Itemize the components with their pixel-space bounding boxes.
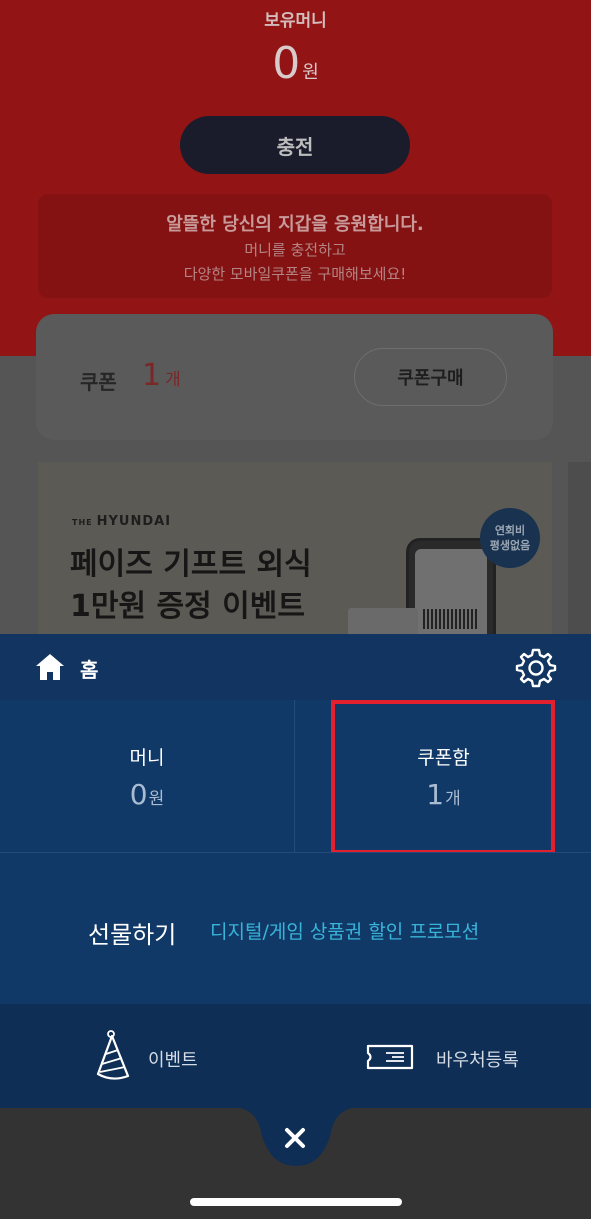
wallet-promo-box: 알뜰한 당신의 지갑을 응원합니다. 머니를 충전하고 다양한 모바일쿠폰을 구… [38, 194, 552, 298]
promo-line-2: 머니를 충전하고 [244, 241, 346, 259]
badge-line-2: 평생없음 [489, 539, 531, 552]
home-label[interactable]: 홈 [80, 654, 98, 683]
barcode-illustration [423, 609, 479, 629]
voucher-label[interactable]: 바우처등록 [436, 1046, 519, 1072]
badge-line-1: 연회비 [494, 524, 526, 537]
gift-menu-item[interactable]: 선물하기 디지털/게임 상품권 할인 프로모션 [0, 852, 591, 1004]
money-amount: 0원 [0, 778, 294, 811]
balance-label: 보유머니 [264, 11, 327, 31]
next-banner-peek [568, 462, 591, 638]
banner-brand-name: HYUNDAI [96, 514, 172, 529]
banner-phone-screen [415, 549, 487, 638]
money-label: 머니 [129, 747, 165, 769]
promo-line-1: 알뜰한 당신의 지갑을 응원합니다. [166, 214, 424, 235]
banner-brand: THE HYUNDAI [72, 514, 171, 529]
gift-label[interactable]: 선물하기 [88, 915, 176, 950]
coupon-buy-button[interactable]: 쿠폰구매 [354, 348, 507, 406]
banner-title: 페이즈 기프트 외식 1만원 증정 이벤트 [70, 544, 312, 628]
money-unit: 원 [148, 789, 165, 809]
close-icon[interactable] [281, 1124, 309, 1152]
coupon-label: 쿠폰 [80, 370, 117, 394]
balance-amount: 0원 [0, 38, 591, 89]
coupon-count-value: 1 [142, 358, 162, 393]
gift-promo-link[interactable]: 디지털/게임 상품권 할인 프로모션 [210, 917, 479, 944]
menu-header: 홈 [0, 634, 591, 700]
party-hat-icon[interactable] [94, 1030, 134, 1082]
banner-brand-prefix: THE [72, 518, 93, 527]
coupon-count-unit: 개 [165, 370, 181, 390]
banner-badge: 연회비 평생없음 [480, 508, 540, 568]
banner-title-line-2: 1만원 증정 이벤트 [70, 589, 305, 624]
banner-title-line-1: 페이즈 기프트 외식 [70, 547, 312, 582]
balance-unit: 원 [302, 62, 319, 83]
coupon-count: 1개 [142, 358, 181, 393]
home-indicator [190, 1198, 402, 1206]
balance-value: 0 [272, 38, 301, 89]
promo-line-3: 다양한 모바일쿠폰을 구매해보세요! [183, 265, 407, 283]
event-label[interactable]: 이벤트 [148, 1046, 198, 1072]
charge-button[interactable]: 충전 [180, 116, 410, 174]
menu-action-row: 이벤트 바우처등록 [0, 1004, 591, 1108]
gear-icon[interactable] [514, 646, 558, 690]
highlight-box [331, 700, 555, 854]
money-value: 0 [129, 778, 148, 811]
event-banner[interactable]: THE HYUNDAI 페이즈 기프트 외식 1만원 증정 이벤트 연회비 평생없… [38, 462, 552, 638]
ticket-icon[interactable] [364, 1042, 416, 1072]
home-icon[interactable] [34, 652, 66, 682]
money-menu-item[interactable]: 머니 0원 [0, 700, 295, 852]
banner-phone-illustration [406, 538, 496, 638]
coupon-card: 쿠폰 1개 쿠폰구매 [36, 314, 553, 440]
